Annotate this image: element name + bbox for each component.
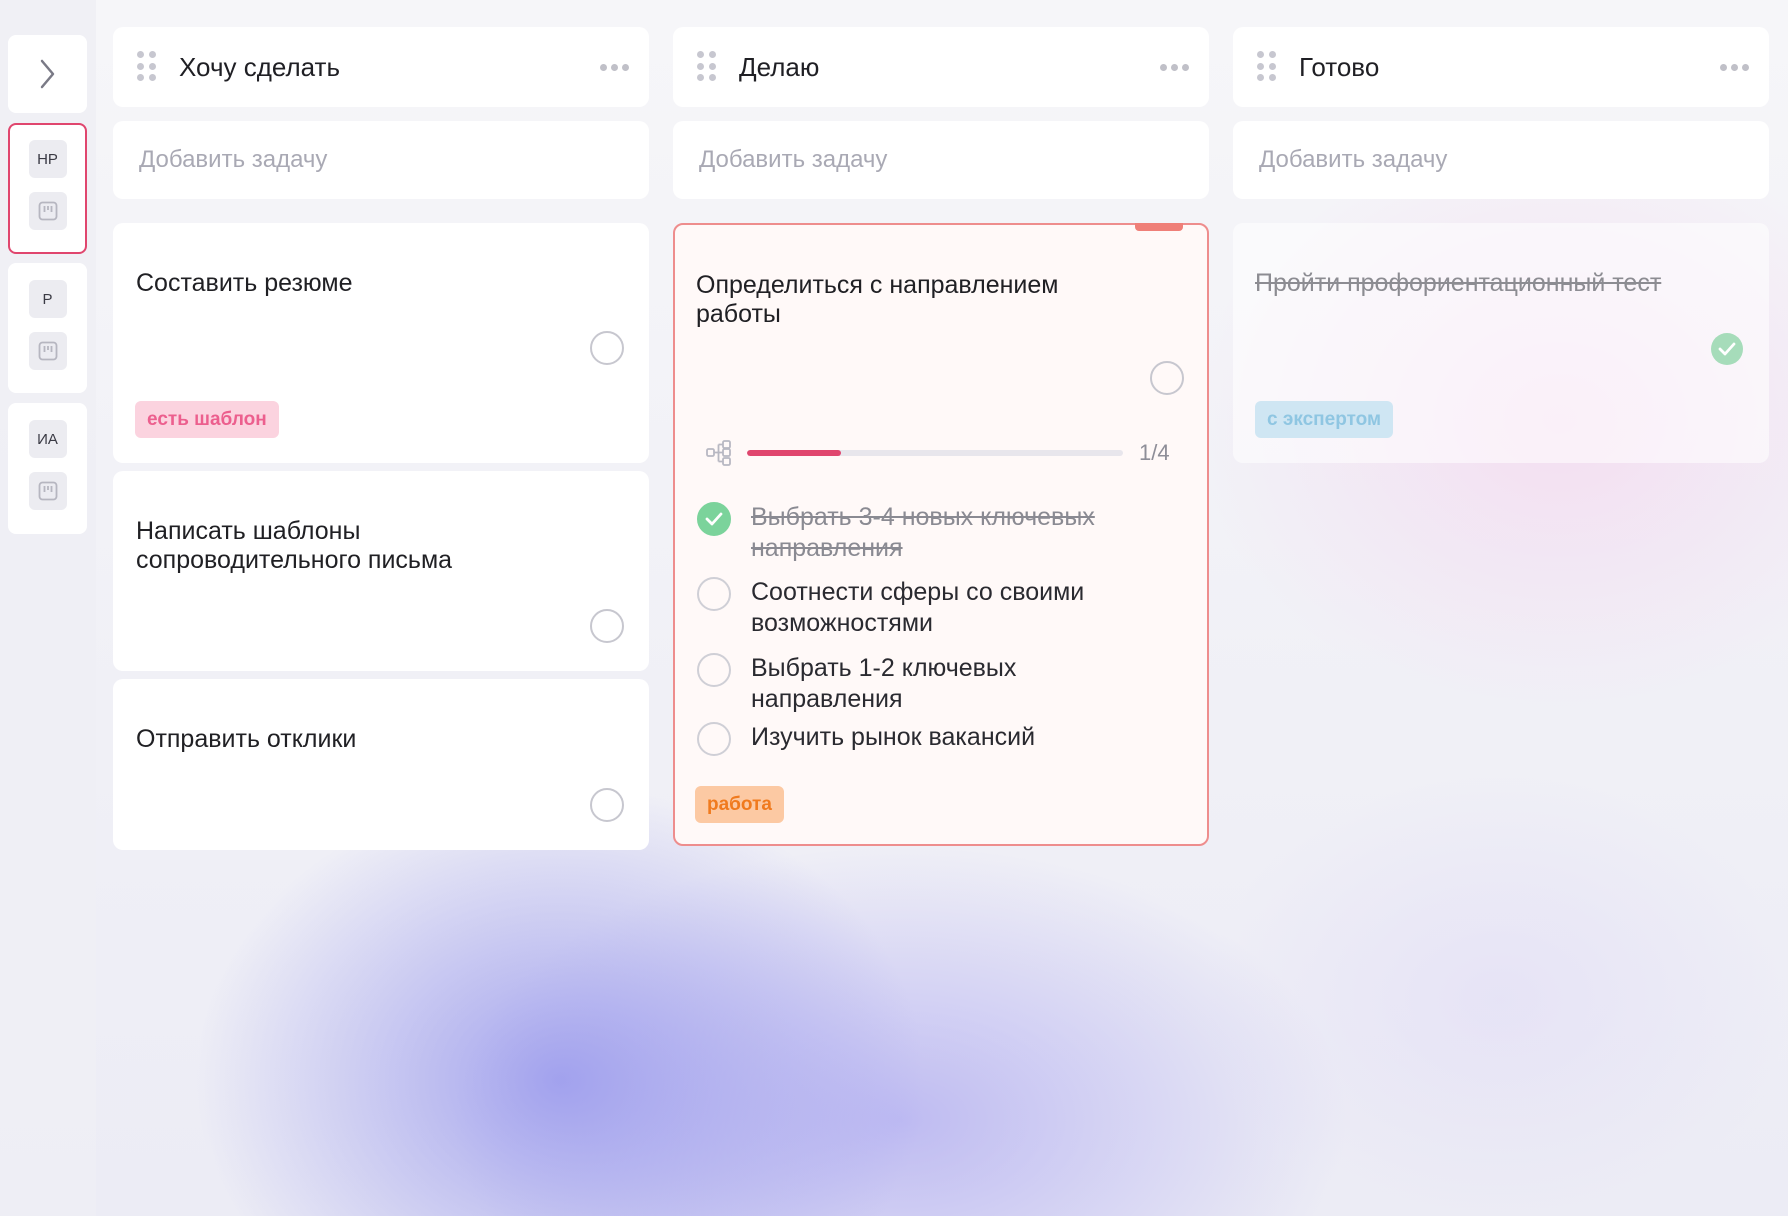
task-card[interactable]: Написать шаблоны сопроводительного письм… — [113, 471, 649, 671]
add-task-input[interactable]: Добавить задачу — [1233, 121, 1769, 199]
kanban-board-icon — [38, 481, 57, 501]
subtask-progress: 1/4 — [705, 438, 1175, 468]
column-title[interactable]: Готово — [1299, 52, 1720, 83]
subtask-text[interactable]: Выбрать 1-2 ключевых направления — [751, 653, 1151, 715]
tag-label[interactable]: есть шаблон — [135, 401, 279, 438]
kanban-board-icon — [38, 341, 57, 361]
complete-checkbox[interactable] — [1150, 361, 1184, 395]
subtask-item[interactable]: Изучить рынок вакансий — [697, 722, 1151, 756]
kanban-board-icon — [38, 201, 57, 221]
subtask-checkbox[interactable] — [697, 577, 731, 611]
board-button[interactable] — [28, 332, 67, 370]
check-icon — [705, 512, 723, 526]
complete-checkbox-checked[interactable] — [1711, 333, 1743, 365]
complete-checkbox[interactable] — [590, 788, 624, 822]
add-task-input[interactable]: Добавить задачу — [113, 121, 649, 199]
column-title[interactable]: Хочу сделать — [179, 52, 600, 83]
more-options-icon[interactable] — [600, 63, 629, 71]
column-header: Готово — [1233, 27, 1769, 107]
sidebar-group-ia[interactable]: ИА — [8, 403, 87, 534]
priority-flag — [1135, 223, 1183, 231]
subtask-item[interactable]: Соотнести сферы со своими возможностями — [697, 577, 1151, 639]
subtask-checkbox-checked[interactable] — [697, 502, 731, 536]
task-card-active[interactable]: Определиться с направлением работы 1/4 В… — [673, 223, 1209, 846]
drag-handle-icon[interactable] — [697, 51, 717, 83]
sidebar: НР Р ИА — [0, 0, 96, 1216]
progress-count: 1/4 — [1139, 440, 1170, 465]
progress-bar — [747, 450, 1123, 456]
subtask-text[interactable]: Выбрать 3-4 новых ключевых направления — [751, 502, 1151, 564]
subtasks-tree-icon[interactable] — [705, 439, 733, 467]
board-button[interactable] — [28, 472, 67, 510]
task-card[interactable]: Отправить отклики — [113, 679, 649, 850]
board-button[interactable] — [28, 192, 67, 230]
subtask-item[interactable]: Выбрать 3-4 новых ключевых направления — [697, 502, 1151, 564]
chevron-right-icon — [40, 59, 54, 89]
task-title[interactable]: Составить резюме — [136, 269, 352, 298]
subtask-checkbox[interactable] — [697, 653, 731, 687]
tag-label[interactable]: работа — [695, 786, 784, 823]
avatar[interactable]: Р — [28, 280, 67, 318]
expand-sidebar-button[interactable] — [8, 35, 87, 113]
column-done: Готово Добавить задачу — [1233, 27, 1769, 199]
progress-fill — [747, 450, 841, 456]
sidebar-group-r[interactable]: Р — [8, 263, 87, 393]
subtask-checkbox[interactable] — [697, 722, 731, 756]
more-options-icon[interactable] — [1160, 63, 1189, 71]
column-want-to-do: Хочу сделать Добавить задачу — [113, 27, 649, 199]
avatar[interactable]: НР — [28, 140, 67, 178]
subtask-text[interactable]: Изучить рынок вакансий — [751, 722, 1151, 753]
column-header: Хочу сделать — [113, 27, 649, 107]
column-doing: Делаю Добавить задачу — [673, 27, 1209, 199]
task-title[interactable]: Определиться с направлением работы — [696, 271, 1058, 329]
drag-handle-icon[interactable] — [137, 51, 157, 83]
task-card-done[interactable]: Пройти профориентационный тест с эксперт… — [1233, 223, 1769, 463]
tag-label[interactable]: с экспертом — [1255, 401, 1394, 438]
column-header: Делаю — [673, 27, 1209, 107]
sidebar-group-hr[interactable]: НР — [8, 123, 87, 254]
more-options-icon[interactable] — [1720, 63, 1749, 71]
task-title[interactable]: Отправить отклики — [136, 725, 356, 754]
subtask-text[interactable]: Соотнести сферы со своими возможностями — [751, 577, 1151, 639]
avatar[interactable]: ИА — [28, 420, 67, 458]
complete-checkbox[interactable] — [590, 331, 624, 365]
task-card[interactable]: Составить резюме есть шаблон — [113, 223, 649, 463]
task-title[interactable]: Написать шаблоны сопроводительного письм… — [136, 517, 452, 575]
task-title[interactable]: Пройти профориентационный тест — [1255, 269, 1661, 298]
add-task-input[interactable]: Добавить задачу — [673, 121, 1209, 199]
subtask-item[interactable]: Выбрать 1-2 ключевых направления — [697, 653, 1151, 715]
column-title[interactable]: Делаю — [739, 52, 1160, 83]
check-icon — [1718, 342, 1736, 356]
drag-handle-icon[interactable] — [1257, 51, 1277, 83]
complete-checkbox[interactable] — [590, 609, 624, 643]
